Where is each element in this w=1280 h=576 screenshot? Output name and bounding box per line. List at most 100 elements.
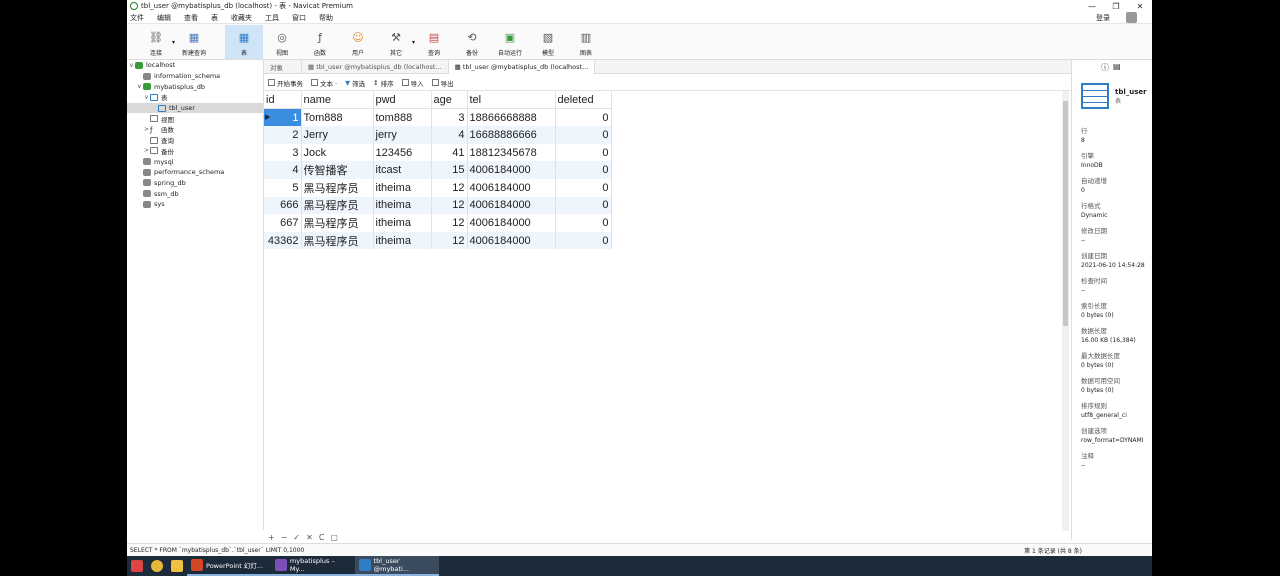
cell-age[interactable]: 12 [431, 214, 468, 232]
tab-table-design[interactable]: ▦ tbl_user @mybatisplus_db (localhost... [302, 59, 449, 74]
cell-name[interactable]: Jock [301, 143, 374, 162]
toolbar-function-button[interactable]: ƒ 函数 [301, 25, 339, 59]
cell-tel[interactable]: 4006184000 [467, 231, 556, 250]
cell-deleted[interactable]: 0 [555, 161, 612, 179]
toolbar-model-button[interactable]: ▧ 模型 [529, 25, 567, 59]
close-button[interactable]: ✕ [1128, 2, 1152, 11]
cell-id[interactable]: 43362 [264, 231, 302, 250]
cell-age[interactable]: 41 [431, 143, 468, 162]
chevron-down-icon[interactable]: ∨ [136, 83, 143, 90]
column-header-tel[interactable]: tel [467, 91, 556, 110]
nav-item-queries[interactable]: 查询 [127, 135, 263, 146]
toolbar-chart-button[interactable]: ▥ 图表 [567, 25, 605, 59]
cell-id[interactable]: 2 [264, 126, 302, 144]
column-header-name[interactable]: name [301, 91, 374, 110]
nav-item-information-schema[interactable]: information_schema [127, 71, 263, 82]
grid-scrollbar[interactable] [1062, 91, 1069, 531]
taskbar-app-1[interactable] [127, 556, 147, 576]
cell-id[interactable]: 3 [264, 143, 302, 162]
cell-deleted[interactable]: 0 [555, 178, 612, 197]
cell-id[interactable]: 667 [264, 214, 302, 232]
toolbar-user-button[interactable]: ☺ 用户 [339, 25, 377, 59]
column-header-age[interactable]: age [431, 91, 468, 110]
toolbar-automation-button[interactable]: ▣ 自动运行 [491, 25, 529, 59]
cell-id[interactable]: 5 [264, 178, 302, 197]
nav-item-ssm-db[interactable]: ssm_db [127, 188, 263, 199]
cell-pwd[interactable]: jerry [373, 126, 432, 144]
cell-pwd[interactable]: 123456 [373, 143, 432, 162]
nav-item-views[interactable]: 视图 [127, 113, 263, 124]
toolbar-new-query-button[interactable]: ▦ 新建查询 [175, 25, 213, 59]
cell-age[interactable]: 12 [431, 196, 468, 215]
column-header-pwd[interactable]: pwd [373, 91, 432, 110]
begin-transaction-button[interactable]: 开始事务 [268, 78, 303, 88]
nav-item-backups[interactable]: > 备份 [127, 146, 263, 157]
table-row[interactable]: 666 黑马程序员 itheima 12 4006184000 0 [264, 196, 612, 215]
cell-age[interactable]: 4 [431, 126, 468, 144]
cell-name[interactable]: Jerry [301, 126, 374, 144]
nav-item-localhost[interactable]: ∨ localhost [127, 60, 263, 71]
sort-button[interactable]: ↕ 排序 [373, 78, 393, 88]
taskbar-intellij[interactable]: mybatisplus – My... [271, 556, 355, 576]
cell-tel[interactable]: 4006184000 [467, 178, 556, 197]
table-row[interactable]: 667 黑马程序员 itheima 12 4006184000 0 [264, 214, 612, 232]
cell-tel[interactable]: 18866668888 [467, 108, 556, 127]
nav-item-tables[interactable]: ∨ 表 [127, 92, 263, 103]
cell-tel[interactable]: 4006184000 [467, 196, 556, 215]
cell-pwd[interactable]: itcast [373, 161, 432, 179]
cell-name[interactable]: 黑马程序员 [301, 231, 374, 250]
table-row[interactable]: 4 传智播客 itcast 15 4006184000 0 [264, 161, 612, 179]
menu-edit[interactable]: 编辑 [157, 13, 171, 23]
menu-file[interactable]: 文件 [130, 13, 144, 23]
column-header-id[interactable]: id [264, 91, 302, 110]
minimize-button[interactable]: — [1080, 2, 1104, 11]
apply-changes-button[interactable]: ✓ [293, 533, 300, 542]
stop-button[interactable]: ▢ [330, 533, 338, 542]
cell-deleted[interactable]: 0 [555, 143, 612, 162]
cell-name[interactable]: 黑马程序员 [301, 178, 374, 197]
import-button[interactable]: 导入 [401, 78, 424, 88]
table-row[interactable]: 5 黑马程序员 itheima 12 4006184000 0 [264, 178, 612, 197]
maximize-button[interactable]: ❐ [1104, 2, 1128, 11]
toolbar-query-button[interactable]: ▤ 查询 [415, 25, 453, 59]
menu-favorites[interactable]: 收藏夹 [231, 13, 252, 23]
chevron-right-icon[interactable]: > [143, 126, 150, 133]
table-row[interactable]: 2 Jerry jerry 4 16688886666 0 [264, 126, 612, 144]
toolbar-table-button[interactable]: ▦ 表 [225, 25, 263, 59]
table-row[interactable]: 3 Jock 123456 41 18812345678 0 [264, 143, 612, 162]
menu-window[interactable]: 窗口 [292, 13, 306, 23]
taskbar-explorer[interactable] [167, 556, 187, 576]
chevron-down-icon[interactable]: ∨ [128, 62, 135, 69]
toolbar-backup-button[interactable]: ⟲ 备份 [453, 25, 491, 59]
taskbar-chrome[interactable] [147, 556, 167, 576]
cell-name[interactable]: 黑马程序员 [301, 214, 374, 232]
toolbar-other-button[interactable]: ⚒ 其它 ▾ [377, 25, 415, 59]
menu-tools[interactable]: 工具 [265, 13, 279, 23]
refresh-button[interactable]: C [319, 533, 325, 542]
tab-table-data[interactable]: ▦ tbl_user @mybatisplus_db (localhost... [448, 59, 596, 74]
cell-tel[interactable]: 4006184000 [467, 161, 556, 179]
table-row[interactable]: 43362 黑马程序员 itheima 12 4006184000 0 [264, 231, 612, 250]
cell-age[interactable]: 3 [431, 108, 468, 127]
toolbar-view-button[interactable]: ◎ 视图 [263, 25, 301, 59]
nav-item-tbl-user[interactable]: tbl_user [127, 102, 263, 114]
nav-item-spring-db[interactable]: spring_db [127, 178, 263, 189]
cell-id[interactable]: 666 [264, 196, 302, 215]
menu-table[interactable]: 表 [211, 13, 218, 23]
delete-record-button[interactable]: − [281, 533, 288, 542]
column-header-deleted[interactable]: deleted [555, 91, 612, 110]
export-button[interactable]: 导出 [431, 78, 454, 88]
chevron-down-icon[interactable]: ∨ [143, 94, 150, 101]
login-button[interactable]: 登录 [1096, 12, 1150, 23]
nav-item-functions[interactable]: > ƒ 函数 [127, 124, 263, 135]
cell-age[interactable]: 12 [431, 178, 468, 197]
cell-tel[interactable]: 16688886666 [467, 126, 556, 144]
add-record-button[interactable]: + [268, 533, 275, 542]
text-view-button[interactable]: 文本 · [311, 78, 337, 88]
ddl-icon[interactable]: ▤ [1113, 62, 1121, 73]
cell-pwd[interactable]: itheima [373, 214, 432, 232]
cell-id[interactable]: 4 [264, 161, 302, 179]
taskbar-navicat[interactable]: tbl_user @mybati... [355, 556, 439, 576]
nav-item-performance-schema[interactable]: performance_schema [127, 167, 263, 178]
cell-pwd[interactable]: itheima [373, 196, 432, 215]
